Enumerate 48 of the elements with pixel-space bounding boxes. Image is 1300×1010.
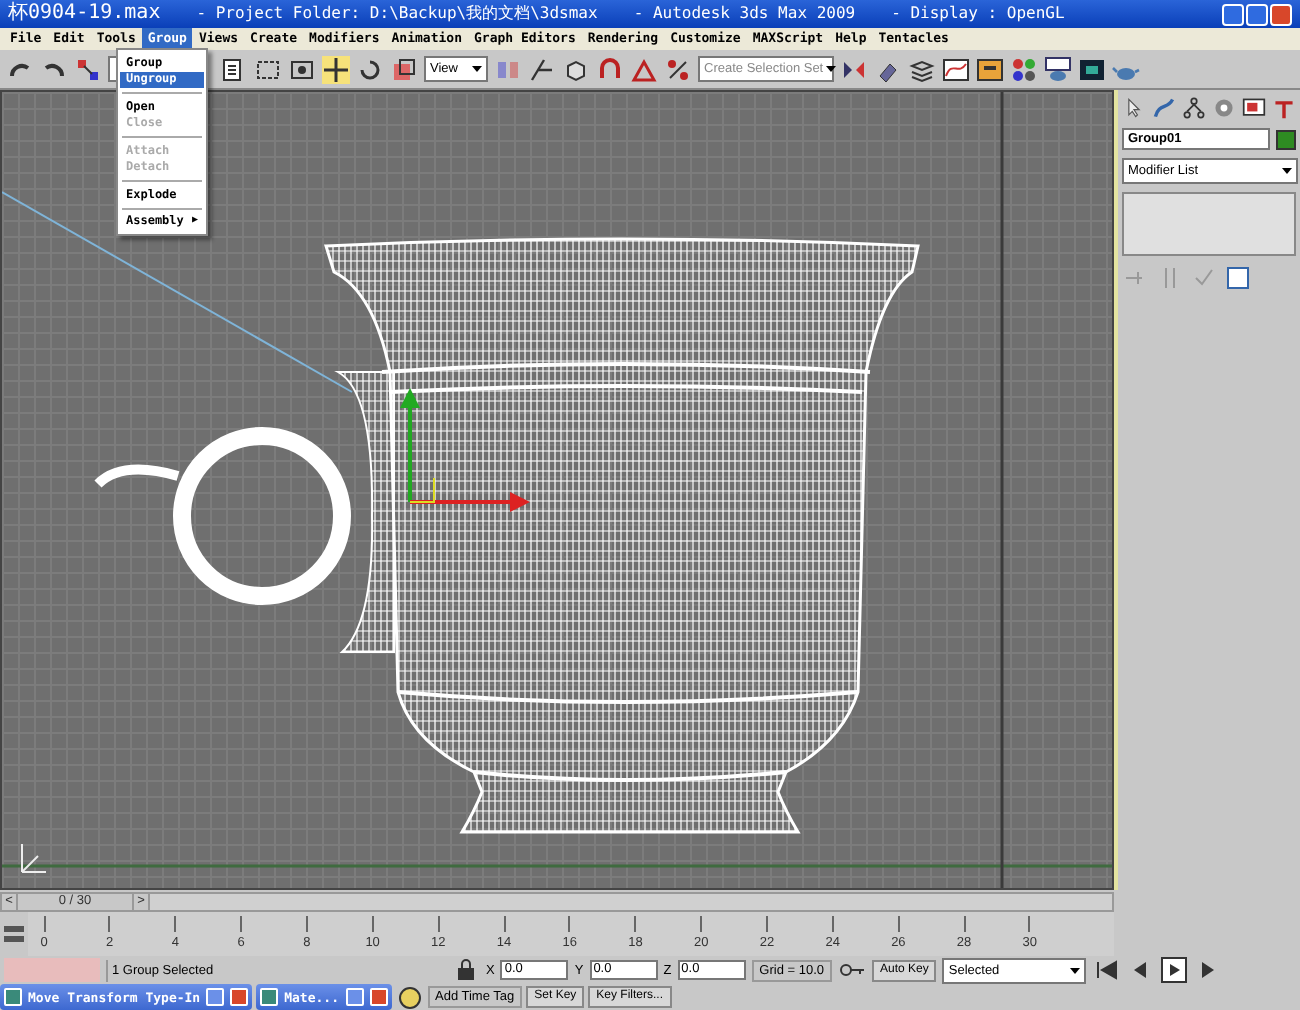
window-title: 杯0904-19.max [8,4,161,24]
minimize-button[interactable] [1222,3,1244,25]
material-spheres-icon[interactable] [1010,55,1038,83]
caret-icon [1068,963,1083,977]
lock-icon[interactable] [452,956,480,984]
box-icon[interactable] [562,55,590,83]
snap-cursor-icon[interactable] [528,55,556,83]
track-bar-icon[interactable] [0,920,28,948]
hierarchy-icon[interactable] [1182,96,1206,120]
maxscript-listener-field[interactable] [4,958,100,982]
axis-tripod-icon [21,843,47,873]
window-title: - Project Folder: D:\Backup\我的文档\3dsmax [196,4,598,24]
time-tag-icon[interactable] [395,983,423,1010]
close-icon [369,988,387,1006]
go-to-start-icon[interactable] [1092,956,1121,984]
move-gizmo-drawing [400,388,530,512]
angle-snap-icon[interactable] [630,55,658,83]
window-title: - Autodesk 3ds Max 2009 [633,4,856,24]
caret-icon [470,62,484,76]
render-setup-icon[interactable] [1044,55,1072,83]
scale-icon[interactable] [390,55,418,83]
window-icon [260,988,279,1006]
link-icon[interactable] [74,55,102,83]
close-button[interactable] [1270,3,1292,25]
caret-icon [1280,164,1294,178]
curve-shape-icon[interactable] [1152,96,1176,120]
curve-editor-icon[interactable] [942,55,970,83]
window-icon [4,988,22,1006]
move-cross-icon[interactable] [322,55,350,83]
close-icon [230,988,249,1006]
percent-snap-icon[interactable] [664,55,692,83]
rotate-icon[interactable] [356,55,384,83]
object-color-swatch[interactable] [1276,129,1296,149]
cursor-icon[interactable] [1122,96,1146,120]
caret-icon [823,62,838,76]
dashed-rectangle-icon[interactable] [254,55,282,83]
schematic-icon[interactable] [976,55,1004,83]
window-select-icon[interactable] [288,55,316,83]
magnet-icon[interactable] [596,55,624,83]
configure-sets-icon[interactable] [1224,264,1252,292]
play-icon[interactable] [1160,956,1189,984]
rendered-frame-icon[interactable] [1078,55,1106,83]
window-title: - Display : OpenGL [891,4,1065,24]
restore-button[interactable] [1246,3,1268,25]
layers-icon[interactable] [908,55,936,83]
display-monitor-icon[interactable] [1242,96,1266,120]
minimize-icon [345,988,363,1006]
minimize-icon [206,988,225,1006]
